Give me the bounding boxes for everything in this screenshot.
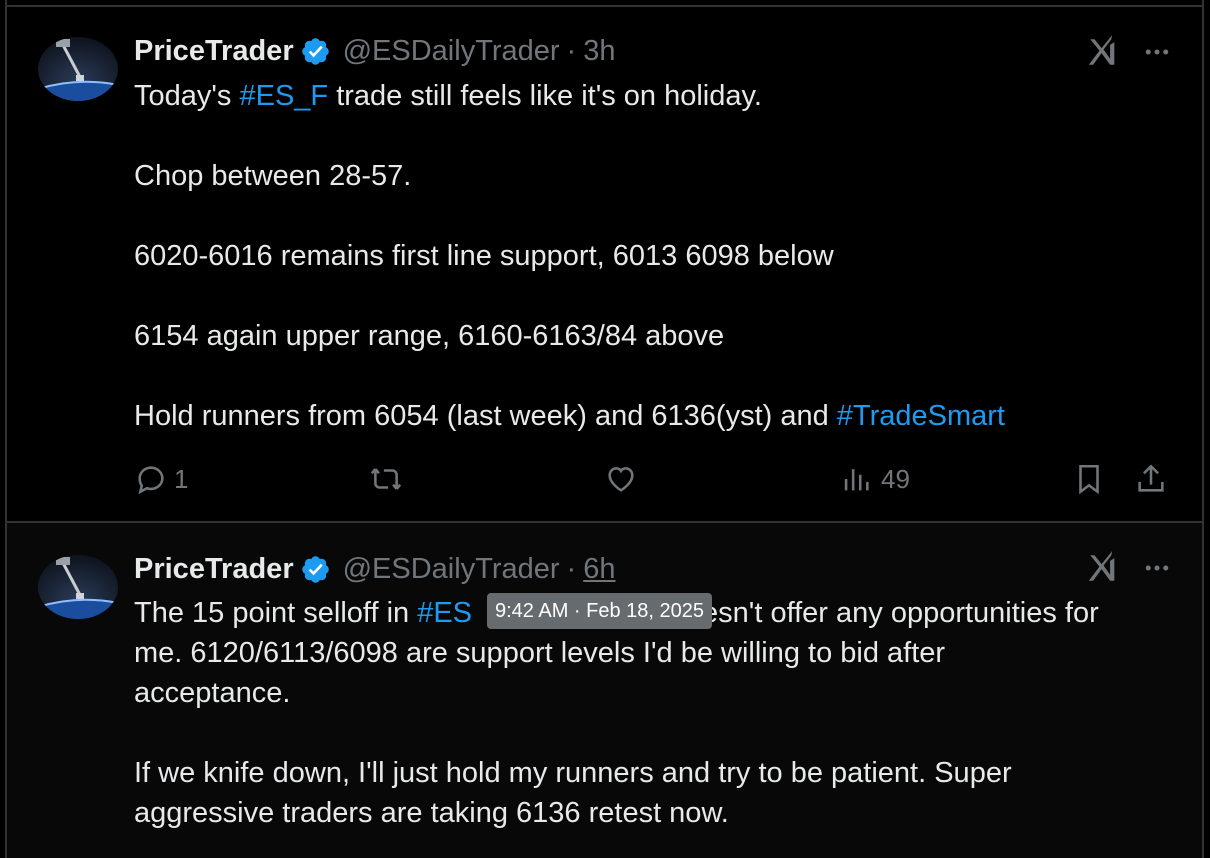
frame-right-border (1202, 0, 1204, 858)
tweet-line: aggressive traders are taking 6136 retes… (134, 797, 729, 829)
like-button[interactable] (604, 462, 638, 496)
tweet-text: The 15 point selloff in #ES esn't offer a… (134, 593, 1182, 833)
tweet-actions: 1 49 (134, 462, 1182, 502)
repost-icon (370, 468, 402, 490)
tweet-text: Today's #ES_F trade still feels like it'… (134, 76, 1182, 436)
author-name[interactable]: PriceTrader (134, 35, 294, 68)
hashtag-link[interactable]: #ES_F (239, 80, 328, 112)
tweet[interactable]: PriceTrader @ESDailyTrader · 3h Today's … (7, 7, 1202, 521)
views-icon (844, 469, 869, 491)
verified-badge-icon (301, 37, 329, 65)
verified-badge-icon (301, 555, 329, 583)
tweet-line: If we knife down, I'll just hold my runn… (134, 757, 1012, 789)
timestamp[interactable]: 3h (583, 35, 615, 68)
tweet-line: acceptance. (134, 677, 291, 709)
timestamp[interactable]: 6h (583, 553, 615, 586)
tweet-line: 6154 again upper range, 6160-6163/84 abo… (134, 320, 725, 352)
timestamp-tooltip: 9:42 AM · Feb 18, 2025 (487, 593, 713, 629)
author-name[interactable]: PriceTrader (134, 553, 294, 586)
share-button[interactable] (1134, 462, 1168, 496)
tweet-top-icons (1086, 551, 1172, 585)
author-handle[interactable]: @ESDailyTrader (343, 553, 560, 586)
reply-button[interactable]: 1 (134, 462, 188, 496)
grok-icon[interactable] (1086, 35, 1120, 69)
avatar[interactable] (38, 555, 118, 619)
avatar[interactable] (38, 37, 118, 101)
share-icon (1138, 464, 1164, 492)
bookmark-icon (1079, 464, 1099, 495)
tweet-header: PriceTrader @ESDailyTrader · 6h (134, 549, 615, 589)
hashtag-link[interactable]: #TradeSmart (837, 400, 1005, 432)
grok-icon[interactable] (1086, 551, 1120, 585)
reply-count: 1 (174, 463, 189, 494)
separator-dot: · (566, 552, 577, 585)
tweet-line: Today's #ES_F trade still feels like it'… (134, 80, 762, 112)
reply-icon (138, 466, 164, 495)
author-handle[interactable]: @ESDailyTrader (343, 35, 560, 68)
tweet-header: PriceTrader @ESDailyTrader · 3h (134, 31, 615, 71)
tweet-top-icons (1086, 35, 1172, 69)
more-icon[interactable] (1142, 553, 1172, 583)
views-button[interactable]: 49 (839, 462, 910, 496)
tweet-line: Hold runners from 6054 (last week) and 6… (134, 400, 1005, 432)
repost-button[interactable] (369, 462, 403, 496)
tweet[interactable]: PriceTrader @ESDailyTrader · 6h The 15 p… (7, 523, 1202, 858)
separator-dot: · (566, 34, 577, 67)
tweet-line: 6020-6016 remains first line support, 60… (134, 240, 834, 272)
more-icon[interactable] (1142, 37, 1172, 67)
hashtag-link[interactable]: #ES (417, 597, 472, 629)
bookmark-button[interactable] (1072, 462, 1106, 496)
views-count: 49 (881, 463, 910, 494)
tweet-line: Chop between 28-57. (134, 160, 412, 192)
heart-icon (608, 467, 634, 492)
tweet-line: me. 6120/6113/6098 are support levels I'… (134, 637, 946, 669)
